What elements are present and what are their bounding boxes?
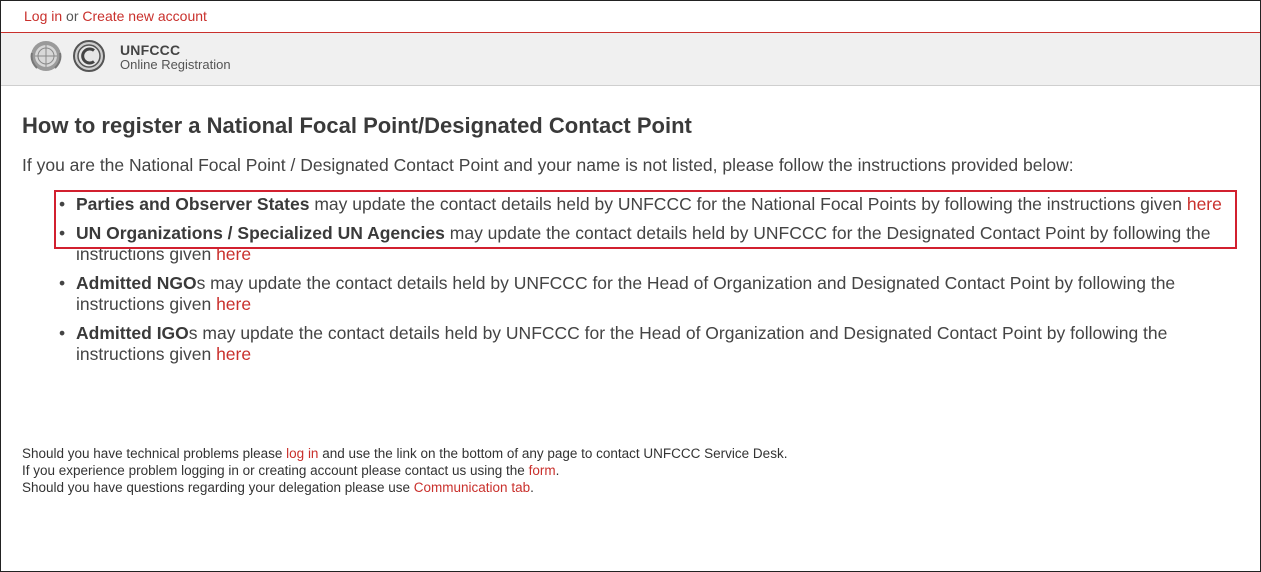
- footer-line-form: If you experience problem logging in or …: [22, 462, 787, 479]
- list-item: • Admitted NGOs may update the contact d…: [59, 273, 1247, 315]
- create-account-link[interactable]: Create new account: [82, 8, 207, 24]
- item-bold-label: Admitted IGO: [76, 323, 189, 343]
- here-link[interactable]: here: [216, 344, 251, 364]
- brand-header: UNFCCC Online Registration: [1, 33, 1260, 86]
- bullet-icon: •: [59, 273, 66, 293]
- item-bold-label: UN Organizations / Specialized UN Agenci…: [76, 223, 445, 243]
- footer-text: .: [555, 463, 560, 478]
- item-text: may update the contact details held by U…: [309, 194, 1187, 214]
- footer-notes: Should you have technical problems pleas…: [22, 445, 787, 496]
- list-item: • UN Organizations / Specialized UN Agen…: [59, 223, 1247, 265]
- or-separator: or: [66, 8, 79, 24]
- here-link[interactable]: here: [216, 244, 251, 264]
- page-frame: Log in or Create new account UNFCCC Onli…: [0, 0, 1261, 572]
- top-account-bar: Log in or Create new account: [1, 1, 1260, 33]
- footer-form-link[interactable]: form: [529, 463, 556, 478]
- bullet-icon: •: [59, 194, 66, 214]
- un-emblem-icon: [30, 41, 62, 71]
- footer-text: Should you have technical problems pleas…: [22, 446, 287, 461]
- footer-login-link[interactable]: log in: [286, 446, 318, 461]
- page-title: How to register a National Focal Point/D…: [22, 113, 692, 138]
- bullet-icon: •: [59, 223, 66, 243]
- here-link[interactable]: here: [216, 294, 251, 314]
- login-link[interactable]: Log in: [24, 8, 62, 24]
- footer-text: Should you have questions regarding your…: [22, 480, 414, 495]
- unfccc-logo-icon: [73, 40, 105, 72]
- footer-text: and use the link on the bottom of any pa…: [318, 446, 788, 461]
- footer-text: If you experience problem logging in or …: [22, 463, 529, 478]
- footer-line-technical: Should you have technical problems pleas…: [22, 445, 787, 462]
- footer-text: .: [530, 480, 534, 495]
- instructions-list: • Parties and Observer States may update…: [22, 194, 1247, 365]
- item-bold-label: Admitted NGO: [76, 273, 197, 293]
- brand-subtitle: Online Registration: [120, 56, 231, 72]
- here-link[interactable]: here: [1187, 194, 1222, 214]
- item-bold-label: Parties and Observer States: [76, 194, 310, 214]
- brand-title: UNFCCC: [120, 42, 181, 58]
- list-item: • Parties and Observer States may update…: [59, 194, 1247, 215]
- intro-text: If you are the National Focal Point / De…: [22, 155, 1074, 175]
- list-item: • Admitted IGOs may update the contact d…: [59, 323, 1247, 365]
- footer-line-communication: Should you have questions regarding your…: [22, 479, 787, 496]
- main-content: How to register a National Focal Point/D…: [22, 113, 1247, 373]
- footer-communication-tab-link[interactable]: Communication tab: [414, 480, 530, 495]
- bullet-icon: •: [59, 323, 66, 343]
